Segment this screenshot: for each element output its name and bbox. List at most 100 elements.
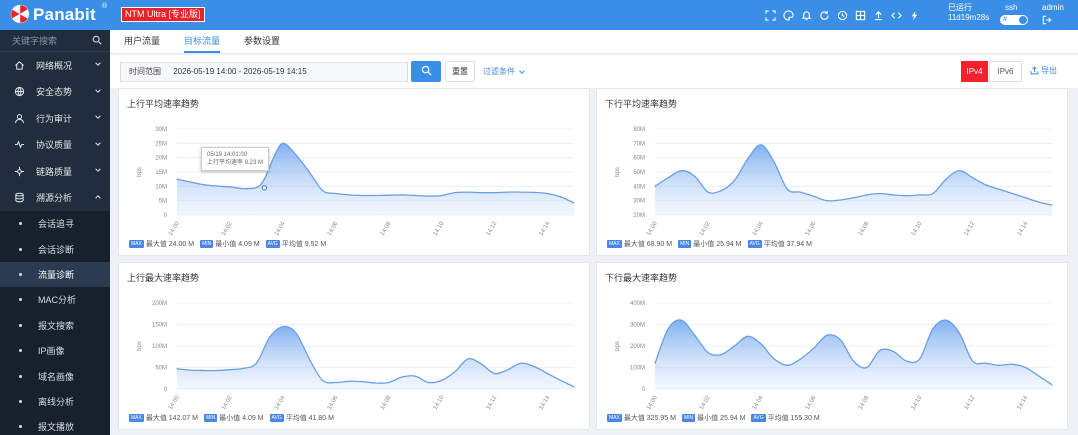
sidebar-item-label: 行为审计	[36, 113, 73, 124]
sidebar-item-label: 溯源分析	[36, 193, 73, 204]
chart-legend: MAX 最大值 325.95 M MIN 最小值 25.94 M AVG 平均值 15…	[607, 413, 826, 423]
y-tick-label: 40M	[633, 184, 645, 190]
bullet	[19, 272, 22, 276]
data-point	[680, 319, 683, 321]
chevron-down-icon	[94, 166, 102, 176]
y-tick-label: 200M	[152, 301, 167, 307]
sidebar-item-trace-analysis[interactable]: 溯源分析	[0, 185, 110, 212]
data-point	[361, 194, 363, 197]
logo[interactable]: Panabit ®	[10, 3, 107, 26]
export-button[interactable]: 导出	[1030, 65, 1057, 76]
data-point	[667, 328, 669, 330]
data-point	[308, 358, 310, 360]
data-point	[560, 379, 562, 381]
tab-bar: 用户流量 目标流量 参数设置	[110, 30, 1078, 54]
data-point	[919, 194, 921, 196]
data-point	[760, 343, 762, 345]
legend-badge: MIN	[678, 240, 692, 248]
time-range-picker[interactable]: 时间范围 2026-05-19 14:00 - 2026-05-19 14:15	[120, 62, 408, 82]
data-point	[573, 202, 575, 204]
lightning-icon[interactable]	[906, 7, 922, 23]
legend-badge: MAX	[607, 240, 622, 248]
data-point	[441, 379, 443, 381]
sidebar-subitem-session-diagnosis[interactable]: 会话诊断	[0, 236, 110, 262]
legend-min: MIN 最小值 25.94 M	[681, 413, 745, 423]
sidebar-item-link-quality[interactable]: 链路质量	[0, 158, 110, 185]
runtime-value: 11d19m28s	[948, 13, 990, 22]
search-icon[interactable]	[92, 35, 102, 47]
tooltip-value: 上行平均速率 9.23 M	[207, 160, 264, 166]
chart-legend: MAX 最大值 142.07 M MIN 最小值 4.09 M AVG 平均值 41.…	[129, 413, 340, 423]
legend-min: MIN 最小值 4.09 M	[203, 413, 264, 423]
data-point	[1011, 192, 1013, 195]
sidebar-item-audit[interactable]: 行为审计	[0, 105, 110, 132]
sidebar-subitem-session-trace[interactable]: 会话追寻	[0, 211, 110, 237]
fullscreen-icon[interactable]	[762, 7, 778, 23]
refresh-icon[interactable]	[816, 7, 832, 23]
palette-icon[interactable]	[780, 7, 796, 23]
legend-text: 平均值 37.94 M	[763, 241, 812, 248]
ipv4-toggle[interactable]: IPv4	[961, 61, 988, 82]
runtime-status: 已运行 11d19m28s	[948, 3, 989, 23]
tab-parameter-settings[interactable]: 参数设置	[244, 30, 280, 53]
y-tick-label: 80M	[633, 127, 645, 133]
x-tick-label: 14:00	[168, 220, 181, 237]
legend-max: MAX 最大值 325.95 M	[607, 413, 676, 423]
logout-icon[interactable]	[1042, 15, 1052, 27]
data-point	[507, 369, 509, 371]
x-tick-label: 14:06	[327, 394, 340, 411]
sidebar-item-protocol-quality[interactable]: 协议质量	[0, 132, 110, 159]
ipv6-toggle[interactable]: IPv6	[989, 61, 1022, 82]
y-tick-label: 400M	[630, 301, 645, 307]
legend-badge: MAX	[129, 414, 144, 422]
sidebar-subitem-offline-analysis[interactable]: 离线分析	[0, 388, 110, 415]
data-point	[189, 369, 191, 371]
sidebar-item-overview[interactable]: 网络概况	[0, 52, 110, 79]
legend-badge: AVG	[265, 240, 280, 248]
sidebar-subitem-mac-analysis[interactable]: MAC分析	[0, 287, 110, 313]
chart-legend: MAX 最大值 24.00 M MIN 最小值 4.09 M AVG 平均值 9.52…	[129, 239, 332, 249]
x-tick-label: 14:08	[380, 220, 393, 237]
data-point	[414, 194, 416, 197]
upload-icon[interactable]	[870, 7, 886, 23]
pulse-icon	[14, 139, 26, 151]
sidebar-subitem-packet-replay[interactable]: 报文播放	[0, 414, 110, 435]
search-button[interactable]	[411, 61, 441, 82]
data-point	[747, 158, 749, 160]
data-point	[747, 335, 749, 337]
x-tick-label: 14:06	[805, 394, 818, 411]
data-point	[773, 161, 775, 163]
sidebar-item-security[interactable]: 安全态势	[0, 79, 110, 106]
chevron-up-icon	[94, 193, 102, 203]
ssh-toggle[interactable]: #	[1000, 15, 1028, 25]
grid-icon[interactable]	[852, 7, 868, 23]
data-point	[263, 178, 265, 180]
tab-user-traffic[interactable]: 用户流量	[124, 30, 160, 53]
sidebar-search[interactable]: 关键字搜索	[0, 30, 110, 52]
legend-max: MAX 最大值 68.90 M	[607, 239, 672, 249]
legend-badge: MIN	[681, 414, 696, 422]
code-icon[interactable]	[888, 7, 904, 23]
sidebar-subitem-ip-profile[interactable]: IP画像	[0, 337, 110, 364]
filter-conditions-toggle[interactable]: 过滤条件	[483, 66, 526, 77]
data-point	[255, 186, 257, 189]
data-point	[839, 199, 841, 201]
tab-target-traffic[interactable]: 目标流量	[184, 30, 221, 53]
bell-icon[interactable]	[798, 7, 814, 23]
export-icon	[1030, 66, 1039, 75]
y-tick-label: 25M	[155, 141, 167, 147]
reset-button[interactable]: 重置	[445, 61, 475, 82]
sidebar-subitem-domain-profile[interactable]: 域名画像	[0, 363, 110, 389]
clock-icon[interactable]	[834, 7, 850, 23]
data-point	[216, 185, 218, 187]
chart-legend: MAX 最大值 68.90 M MIN 最小值 25.94 M AVG 平均值 37.…	[607, 239, 818, 249]
data-point	[799, 191, 802, 193]
chevron-down-icon	[94, 140, 102, 150]
network-icon	[14, 165, 26, 177]
data-point	[269, 336, 271, 338]
sidebar-subitem-traffic-diagnosis[interactable]: 流量诊断	[0, 261, 110, 288]
user-name[interactable]: admin	[1042, 3, 1064, 12]
data-point	[998, 364, 1000, 366]
sidebar-subitem-packet-search[interactable]: 报文搜索	[0, 312, 110, 338]
legend-badge: MIN	[200, 240, 214, 248]
